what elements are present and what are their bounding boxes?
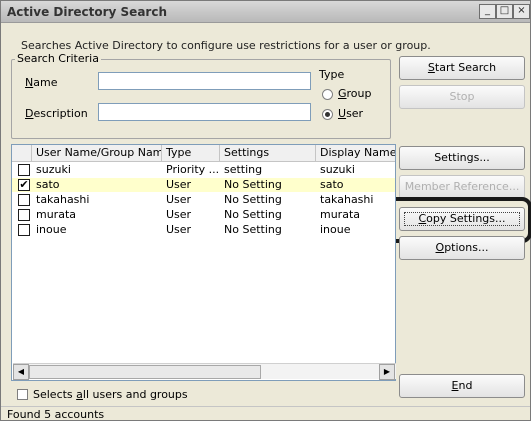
name-label: Name [25, 76, 58, 89]
cell-display-name: takahashi [320, 193, 374, 206]
status-bar: Found 5 accounts [1, 406, 530, 422]
cell-name: murata [36, 208, 77, 221]
cell-settings: No Setting [224, 208, 282, 221]
options-button[interactable]: Options... [399, 236, 525, 260]
search-criteria-legend: Search Criteria [15, 52, 101, 65]
close-button[interactable]: × [513, 4, 530, 19]
results-list[interactable]: User Name/Group Name Type Settings Displ… [11, 144, 396, 381]
cell-type: User [166, 178, 192, 191]
col-type[interactable]: Type [162, 145, 220, 162]
cell-type: User [166, 208, 192, 221]
cell-display-name: suzuki [320, 163, 355, 176]
minimize-button[interactable]: _ [479, 4, 496, 19]
horizontal-scrollbar[interactable]: ◀ ▶ [13, 363, 396, 380]
table-row[interactable]: ✔ sato User No Setting sato [12, 178, 395, 192]
cell-settings: No Setting [224, 193, 282, 206]
table-row[interactable]: murata User No Setting murata [12, 208, 395, 222]
col-display-name[interactable]: Display Name [316, 145, 395, 162]
group-radio[interactable] [322, 89, 333, 100]
row-checkbox[interactable] [18, 164, 30, 176]
user-radio[interactable] [322, 109, 333, 120]
active-directory-search-window: Active Directory Search _ □ × Searches A… [0, 0, 531, 421]
description-input[interactable] [98, 103, 311, 121]
scrollbar-thumb[interactable] [29, 365, 261, 379]
cell-name: takahashi [36, 193, 90, 206]
select-all-checkbox[interactable] [17, 389, 28, 400]
row-checkbox[interactable]: ✔ [18, 179, 30, 191]
select-all-label: Selects all users and groups [33, 388, 188, 401]
cell-settings: No Setting [224, 178, 282, 191]
cell-type: User [166, 193, 192, 206]
list-header: User Name/Group Name Type Settings Displ… [12, 145, 395, 162]
stop-button[interactable]: Stop [399, 85, 525, 109]
col-checkbox[interactable] [12, 145, 32, 162]
scroll-right-arrow-icon[interactable]: ▶ [379, 364, 395, 380]
cell-name: inoue [36, 223, 67, 236]
table-row[interactable]: inoue User No Setting inoue [12, 223, 395, 237]
row-checkbox[interactable] [18, 194, 30, 206]
table-row[interactable]: suzuki Priority ... setting suzuki [12, 163, 395, 177]
cell-name: sato [36, 178, 60, 191]
user-radio-label: User [338, 107, 364, 120]
cell-type: User [166, 223, 192, 236]
group-radio-label: Group [338, 87, 372, 100]
cell-settings: setting [224, 163, 263, 176]
row-checkbox[interactable] [18, 224, 30, 236]
cell-display-name: inoue [320, 223, 351, 236]
scroll-left-arrow-icon[interactable]: ◀ [13, 364, 29, 380]
type-label: Type [319, 68, 345, 81]
cell-display-name: sato [320, 178, 344, 191]
cell-name: suzuki [36, 163, 71, 176]
cell-display-name: murata [320, 208, 361, 221]
title-bar: Active Directory Search _ □ × [1, 1, 530, 23]
col-name[interactable]: User Name/Group Name [32, 145, 162, 162]
maximize-button[interactable]: □ [496, 4, 513, 19]
cell-settings: No Setting [224, 223, 282, 236]
settings-button[interactable]: Settings... [399, 146, 525, 170]
start-search-button[interactable]: Start Search [399, 56, 525, 80]
cell-type: Priority ... [166, 163, 218, 176]
col-settings[interactable]: Settings [220, 145, 316, 162]
end-button[interactable]: End [399, 374, 525, 398]
description-text: Searches Active Directory to configure u… [21, 39, 431, 52]
description-label: Description [25, 107, 88, 120]
window-title: Active Directory Search [7, 5, 167, 19]
member-reference-button[interactable]: Member Reference... [399, 175, 525, 199]
table-row[interactable]: takahashi User No Setting takahashi [12, 193, 395, 207]
name-input[interactable] [98, 72, 311, 90]
row-checkbox[interactable] [18, 209, 30, 221]
